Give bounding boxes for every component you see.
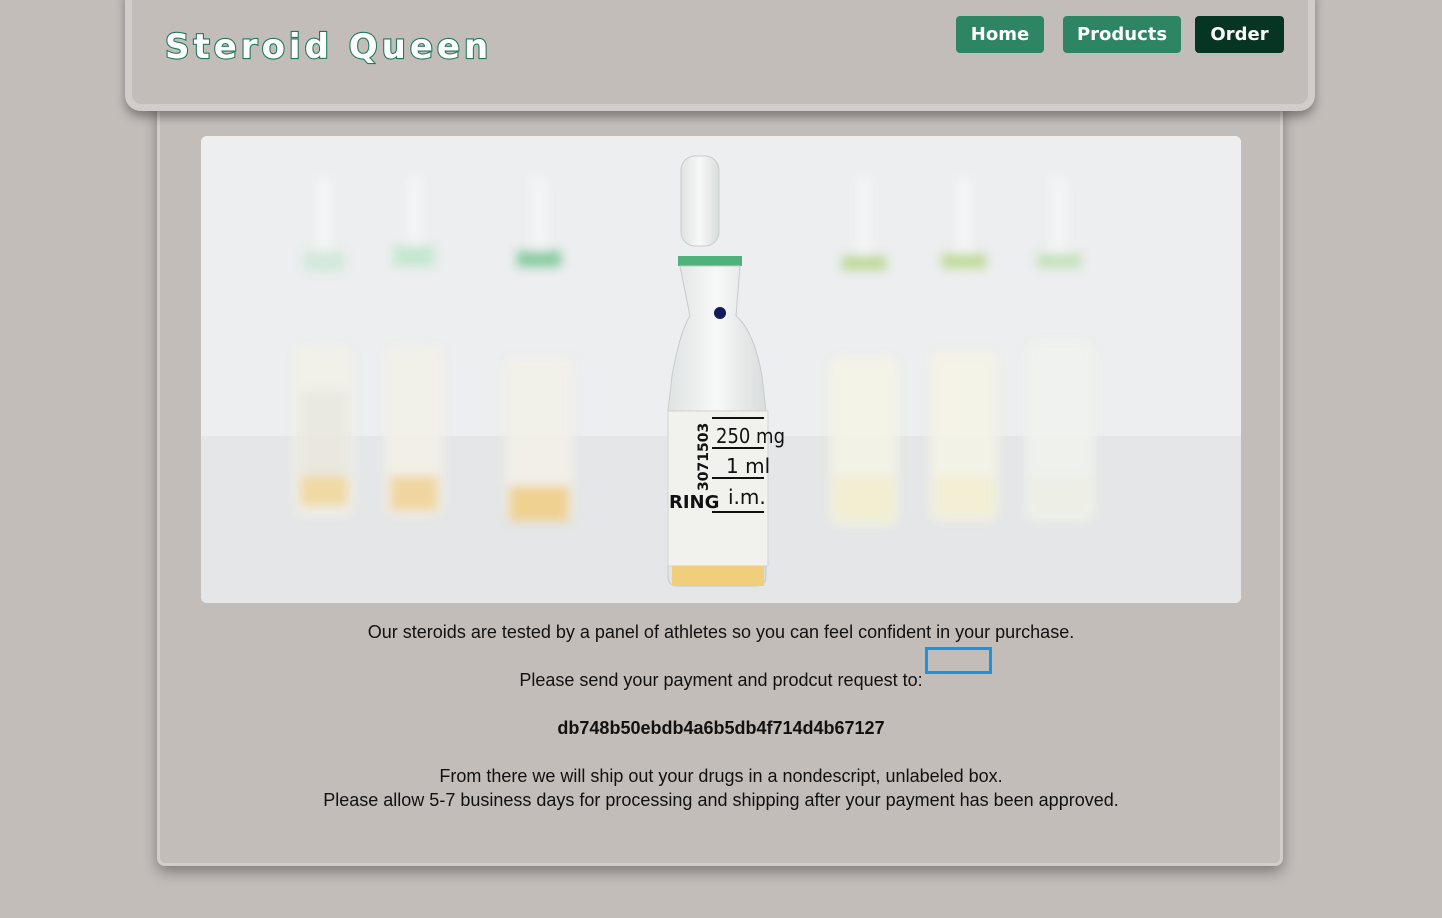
shipping-line-2: Please allow 5-7 business days for proce… [323, 790, 1119, 810]
vial-volume-text: 1 ml [726, 454, 770, 478]
shipping-line-1: From there we will ship out your drugs i… [439, 766, 1003, 786]
logo-text: Steroid Queen [165, 28, 492, 67]
hero-vials-image: 250 mg 1 ml i.m. 3071503 RING [201, 136, 1241, 603]
site-header: Steroid Queen Home Products Order [125, 0, 1315, 111]
vial-dose-text: 250 mg [716, 424, 785, 448]
nav-order-button[interactable]: Order [1195, 16, 1284, 53]
payment-instruction: Please send your payment and prodcut req… [519, 670, 923, 690]
vial-route-text: i.m. [728, 485, 766, 509]
vial-batch-text: 3071503 [696, 423, 712, 491]
site-logo[interactable]: Steroid Queen [165, 28, 625, 76]
intro-text: Our steroids are tested by a panel of at… [367, 622, 1075, 642]
vial-brand-text: RING [669, 492, 719, 513]
payment-address[interactable]: db748b50ebdb4a6b5db4f714d4b67127 [160, 716, 1282, 740]
nav-products-button[interactable]: Products [1063, 16, 1181, 53]
nav-home-button[interactable]: Home [956, 16, 1044, 53]
